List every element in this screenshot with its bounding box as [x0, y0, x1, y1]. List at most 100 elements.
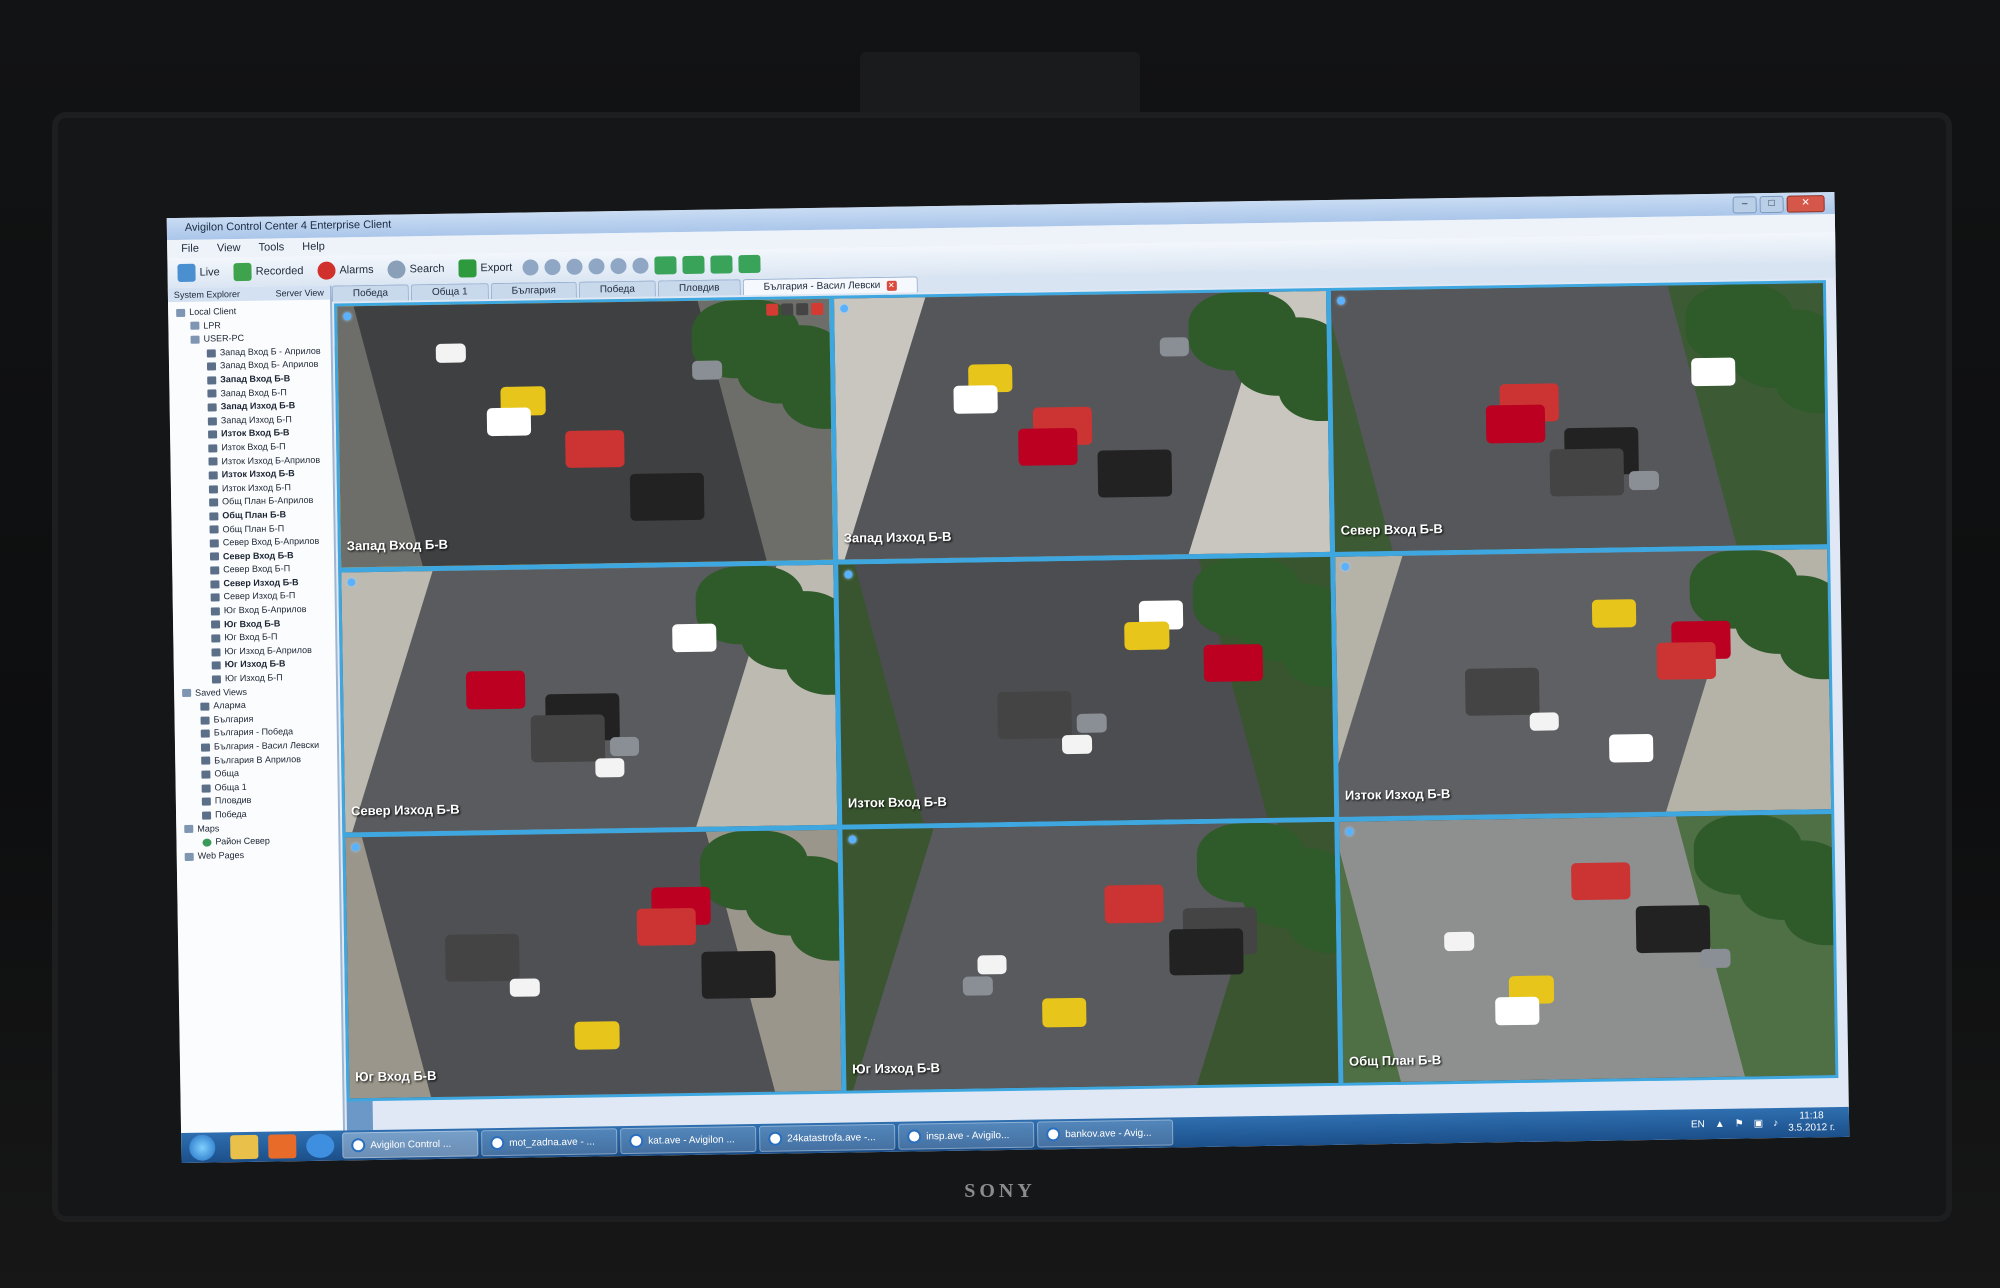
camera-tile[interactable]: Юг Изход Б-В [842, 822, 1339, 1091]
new-tab-icon[interactable] [710, 255, 733, 274]
snapshot-icon[interactable] [632, 257, 649, 274]
close-button[interactable]: ✕ [1786, 195, 1825, 213]
taskbar-task[interactable]: mot_zadna.ave - ... [481, 1128, 618, 1157]
menu-file[interactable]: File [181, 243, 199, 255]
close-icon[interactable] [811, 302, 824, 316]
taskbar-task[interactable]: 24katastrofa.ave -... [759, 1123, 896, 1152]
tree-item[interactable]: Запад Вход Б- Априлов [177, 358, 331, 374]
camera-tile[interactable]: Изток Вход Б-В [838, 556, 1335, 825]
tree-item-label: Север Вход Б-П [223, 563, 291, 575]
folder-icon [176, 308, 186, 317]
tree-item[interactable]: Общ План Б-Априлов [179, 494, 333, 510]
camera-tile[interactable]: Север Изход Б-В [341, 564, 838, 833]
pan-tool-icon[interactable] [544, 258, 561, 276]
tray-arrow-icon[interactable]: ▲ [1715, 1118, 1725, 1129]
add-view-icon[interactable] [654, 256, 677, 275]
camera-feed [1339, 814, 1836, 1083]
menu-view[interactable]: View [217, 242, 241, 254]
search-button[interactable]: Search [383, 258, 448, 281]
camera-tile[interactable]: Общ План Б-В [1339, 814, 1836, 1083]
view-tab[interactable]: Победа [578, 280, 657, 298]
zoom-out-icon[interactable] [588, 258, 605, 275]
tab-system-explorer[interactable]: System Explorer [174, 289, 240, 300]
camera-tile[interactable]: Изток Изход Б-В [1335, 548, 1832, 818]
tree-item-label: Изток Изход Б-П [221, 481, 291, 494]
avigilon-app-icon [351, 1138, 366, 1153]
camera-icon [207, 389, 217, 398]
new-window-icon[interactable] [738, 254, 761, 274]
taskbar-task-label: bankov.ave - Avig... [1065, 1127, 1152, 1140]
minimize-button[interactable]: – [1732, 196, 1757, 214]
ptz-icon[interactable] [610, 257, 627, 275]
taskbar-task[interactable]: Avigilon Control ... [342, 1130, 479, 1159]
vehicle [962, 976, 993, 996]
taskbar-task[interactable]: bankov.ave - Avig... [1036, 1119, 1174, 1148]
tree-item-label: Maps [197, 822, 220, 834]
vehicle [595, 757, 625, 778]
explorer-pinned-icon[interactable] [230, 1134, 259, 1160]
camera-tile[interactable]: Юг Вход Б-В [345, 830, 842, 1099]
vehicle [1700, 948, 1731, 969]
recording-indicator-icon [347, 577, 356, 587]
clock[interactable]: 11:18 3.5.2012 г. [1788, 1110, 1835, 1135]
language-indicator[interactable]: EN [1691, 1119, 1705, 1130]
vehicle [609, 736, 640, 757]
flag-icon[interactable]: ⚑ [1735, 1118, 1744, 1129]
avigilon-app-icon [768, 1131, 783, 1146]
start-button[interactable] [189, 1134, 216, 1161]
maximize-button[interactable]: □ [1759, 195, 1784, 214]
recorded-button[interactable]: Recorded [230, 260, 308, 283]
view-tab[interactable]: България [490, 281, 577, 300]
tree-item[interactable]: Север Вход Б-Априлов [180, 535, 334, 551]
camera-icon [210, 593, 220, 602]
tree-item[interactable]: България - Васил Левски [183, 739, 337, 755]
camera-label: Запад Изход Б-В [843, 528, 952, 546]
live-button[interactable]: Live [173, 261, 224, 284]
vehicle [997, 690, 1073, 740]
vehicle [1485, 404, 1545, 444]
taskbar-task[interactable]: kat.ave - Avigilon ... [620, 1126, 757, 1155]
camera-icon [209, 512, 219, 521]
export-button[interactable]: Export [454, 257, 516, 280]
snapshot-icon[interactable] [781, 303, 794, 316]
media-player-pinned-icon[interactable] [268, 1134, 297, 1159]
camera-icon [211, 675, 221, 684]
tree-item[interactable]: Изток Изход Б-Априлов [178, 453, 332, 469]
view-tab-label: Обща 1 [431, 286, 468, 298]
volume-icon[interactable]: ♪ [1773, 1117, 1778, 1128]
vehicle [1159, 337, 1190, 357]
menu-tools[interactable]: Tools [258, 241, 284, 253]
browser-pinned-icon[interactable] [306, 1133, 335, 1159]
camera-icon [209, 525, 219, 534]
menu-help[interactable]: Help [302, 241, 325, 253]
recording-indicator-icon [1341, 562, 1350, 571]
camera-tile[interactable]: Запад Изход Б-В [834, 290, 1331, 560]
view-tab[interactable]: Победа [331, 284, 410, 302]
network-icon[interactable]: ▣ [1754, 1118, 1764, 1129]
tree-item-label: Юг Вход Б-Априлов [223, 604, 307, 616]
taskbar-task-label: insp.ave - Avigilo... [926, 1129, 1010, 1142]
tree-item[interactable]: Web Pages [184, 847, 339, 863]
alarms-button[interactable]: Alarms [313, 259, 378, 282]
view-tab[interactable]: България - Васил Левски ✕ [742, 276, 918, 296]
view-tab[interactable]: Пловдив [657, 279, 741, 297]
camera-icon [210, 607, 220, 616]
recorded-icon [233, 262, 252, 282]
camera-tile[interactable]: Запад Вход Б-В [337, 298, 834, 568]
window-title: Avigilon Control Center 4 Enterprise Cli… [184, 218, 392, 234]
taskbar-task[interactable]: insp.ave - Avigilo... [897, 1121, 1035, 1150]
menu-icon[interactable] [796, 303, 809, 316]
tree-item-label: Изток Вход Б-В [220, 427, 290, 439]
zoom-in-icon[interactable] [566, 258, 583, 275]
close-tab-icon[interactable]: ✕ [886, 280, 897, 291]
camera-tile[interactable]: Север Вход Б-В [1330, 283, 1828, 552]
refresh-view-icon[interactable] [682, 255, 705, 275]
tree-item-label: Общ План Б-Априлов [222, 495, 314, 507]
folder-icon [190, 322, 200, 331]
tab-server-view[interactable]: Server View [275, 288, 324, 299]
pointer-tool-icon[interactable] [522, 259, 539, 276]
record-icon[interactable] [766, 303, 779, 316]
tree-item-label: Аларма [213, 700, 246, 711]
view-tab[interactable]: Обща 1 [410, 283, 489, 301]
camera-label: Изток Изход Б-В [1344, 786, 1451, 804]
